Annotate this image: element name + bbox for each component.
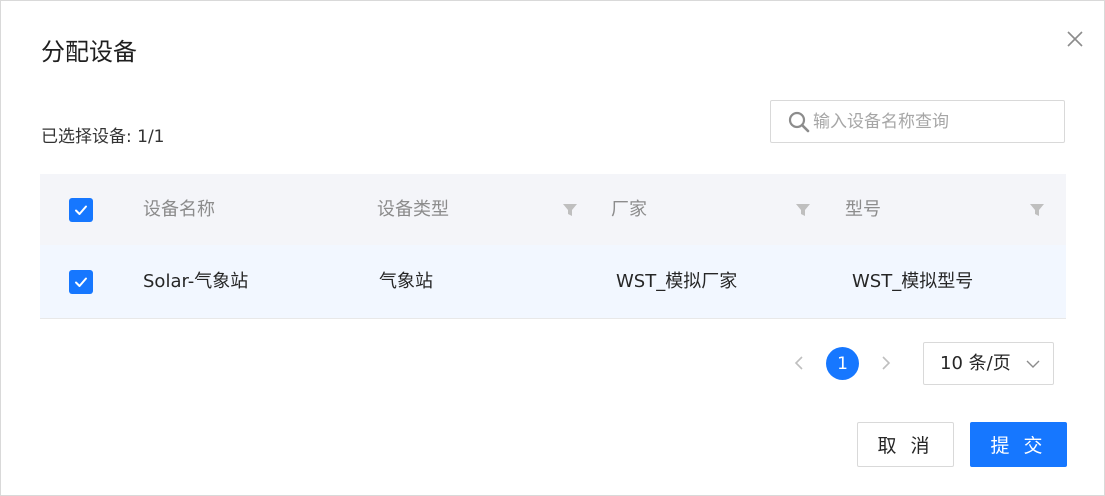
table-row[interactable]: Solar-气象站 气象站 WST_模拟厂家 WST_模拟型号 (40, 245, 1066, 319)
filter-icon[interactable] (1028, 201, 1046, 219)
close-icon[interactable] (1063, 27, 1087, 51)
cell-device-type: 气象站 (379, 270, 433, 292)
chevron-down-icon (1024, 355, 1042, 373)
device-table: 设备名称 设备类型 厂家 型号 Solar-气象站 气象站 WST_模拟厂家 W… (40, 174, 1066, 319)
cell-vendor: WST_模拟厂家 (616, 270, 738, 292)
cell-model: WST_模拟型号 (852, 270, 974, 292)
search-field[interactable] (770, 100, 1065, 143)
column-header-vendor: 厂家 (611, 198, 647, 220)
page-1-button[interactable]: 1 (826, 347, 859, 380)
dialog-title: 分配设备 (41, 38, 137, 66)
page-size-select[interactable]: 10 条/页 (923, 342, 1054, 385)
prev-page-button[interactable] (787, 351, 811, 375)
check-icon (75, 277, 87, 287)
assign-device-dialog: 分配设备 已选择设备: 1/1 设备名称 设备类型 (0, 0, 1105, 496)
selected-count-text: 已选择设备: 1/1 (41, 127, 165, 147)
search-icon (787, 110, 811, 134)
next-page-button[interactable] (874, 351, 898, 375)
submit-button[interactable]: 提 交 (970, 422, 1067, 467)
column-header-name: 设备名称 (143, 198, 215, 220)
table-header: 设备名称 设备类型 厂家 型号 (40, 174, 1066, 245)
column-header-type: 设备类型 (377, 198, 449, 220)
filter-icon[interactable] (794, 201, 812, 219)
page-size-label: 10 条/页 (940, 353, 1011, 374)
column-header-model: 型号 (845, 198, 881, 220)
chevron-left-icon (794, 356, 803, 370)
select-all-checkbox[interactable] (69, 197, 93, 222)
row-checkbox[interactable] (69, 269, 93, 294)
cell-device-name: Solar-气象站 (143, 270, 249, 292)
check-icon (75, 205, 87, 215)
chevron-right-icon (882, 356, 891, 370)
filter-icon[interactable] (561, 201, 579, 219)
search-input[interactable] (813, 101, 1058, 142)
cancel-button[interactable]: 取 消 (857, 422, 954, 467)
